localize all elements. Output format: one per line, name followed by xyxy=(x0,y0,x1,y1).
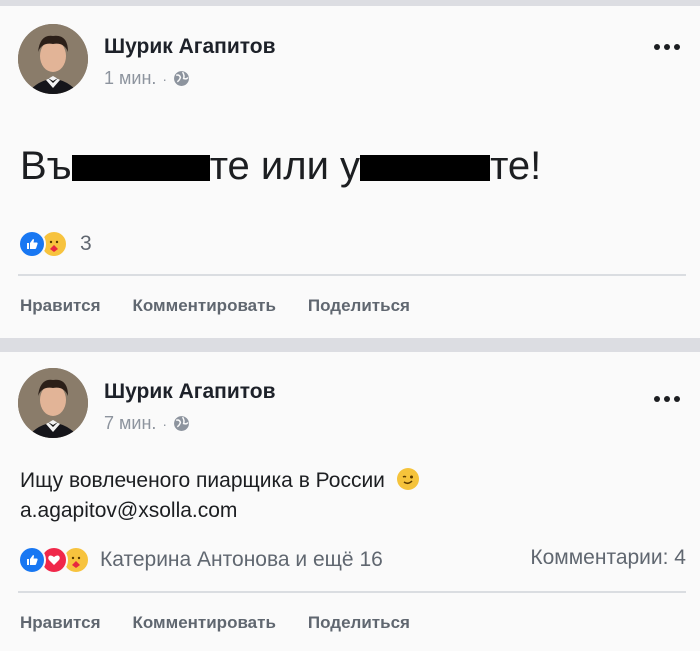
post-text-part: те! xyxy=(490,144,542,188)
post-actions: Нравится Комментировать Поделиться xyxy=(20,296,410,316)
redaction-bar xyxy=(360,155,491,182)
more-options-icon[interactable] xyxy=(654,396,680,402)
post-card: Шурик Агапитов 1 мин. · Въ те или у те! 3 … xyxy=(0,6,700,338)
share-button[interactable]: Поделиться xyxy=(308,296,410,316)
post-text-part: Въ xyxy=(20,144,72,188)
globe-icon xyxy=(174,416,189,431)
globe-icon xyxy=(174,71,189,86)
avatar[interactable] xyxy=(18,24,88,94)
post-time[interactable]: 7 мин. xyxy=(104,413,156,434)
post-text: Ищу вовлеченого пиарщика в России a.agap… xyxy=(20,466,419,526)
share-button[interactable]: Поделиться xyxy=(308,613,410,633)
like-reaction-icon xyxy=(18,546,46,574)
wink-emoji-icon xyxy=(396,468,419,490)
email-link[interactable]: a.agapitov@xsolla.com xyxy=(20,496,419,526)
like-button[interactable]: Нравится xyxy=(20,296,101,316)
comment-button[interactable]: Комментировать xyxy=(133,613,276,633)
reaction-names[interactable]: Катерина Антонова и ещё 16 xyxy=(100,548,383,572)
post-time[interactable]: 1 мин. xyxy=(104,68,156,89)
redaction-bar xyxy=(71,155,210,182)
reactions-summary[interactable]: 3 xyxy=(18,230,92,258)
author-name[interactable]: Шурик Агапитов xyxy=(104,380,276,404)
avatar[interactable] xyxy=(18,368,88,438)
post-meta: 1 мин. · xyxy=(104,68,190,89)
comments-count[interactable]: Комментарии: 4 xyxy=(530,546,686,570)
post-actions: Нравится Комментировать Поделиться xyxy=(20,613,410,633)
separator-dot: · xyxy=(162,70,168,87)
separator-dot: · xyxy=(162,415,168,432)
like-reaction-icon xyxy=(18,230,46,258)
divider xyxy=(18,591,686,593)
author-name[interactable]: Шурик Агапитов xyxy=(104,35,276,59)
post-text-line: Ищу вовлеченого пиарщика в России xyxy=(20,469,385,492)
post-text: Въ те или у те! xyxy=(20,142,541,190)
more-options-icon[interactable] xyxy=(654,44,680,50)
comment-button[interactable]: Комментировать xyxy=(133,296,276,316)
like-button[interactable]: Нравится xyxy=(20,613,101,633)
divider xyxy=(18,274,686,276)
reaction-count: 3 xyxy=(80,232,92,255)
reactions-summary[interactable]: Катерина Антонова и ещё 16 xyxy=(18,546,383,574)
post-meta: 7 мин. · xyxy=(104,413,190,434)
post-text-part: те или у xyxy=(209,144,361,188)
post-card: Шурик Агапитов 7 мин. · Ищу вовлеченого … xyxy=(0,352,700,651)
